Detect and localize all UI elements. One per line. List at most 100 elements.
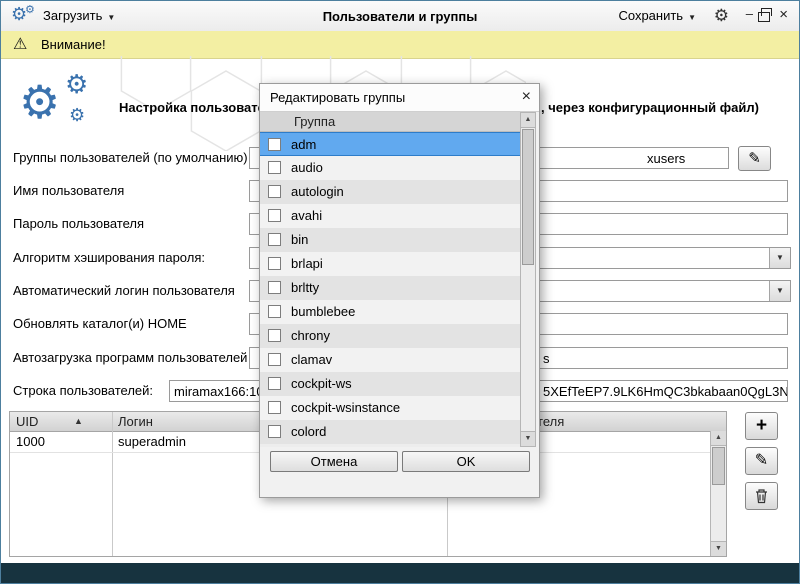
column-header-uid[interactable]: UID bbox=[16, 414, 38, 429]
group-row[interactable]: bin bbox=[260, 228, 520, 252]
users-string-value-left: miramax166:10 bbox=[174, 384, 264, 399]
gear-icon: ⚙ bbox=[25, 3, 35, 16]
group-row[interactable]: brltty bbox=[260, 276, 520, 300]
group-checkbox[interactable] bbox=[268, 401, 281, 414]
group-checkbox[interactable] bbox=[268, 305, 281, 318]
group-column-label: Группа bbox=[294, 114, 335, 129]
group-row[interactable]: audio bbox=[260, 156, 520, 180]
group-checkbox[interactable] bbox=[268, 138, 281, 151]
app-logo-gears-icon: ⚙ ⚙ bbox=[11, 4, 27, 25]
edit-groups-button[interactable]: ✎ bbox=[738, 146, 771, 171]
hash-algorithm-label: Алгоритм хэширования пароля: bbox=[13, 250, 205, 265]
chevron-down-icon: ▼ bbox=[688, 13, 696, 22]
group-checkbox[interactable] bbox=[268, 353, 281, 366]
group-row[interactable]: cockpit-wsinstance bbox=[260, 396, 520, 420]
scroll-up-icon[interactable]: ▲ bbox=[521, 113, 535, 128]
default-groups-label: Группы пользователей (по умолчанию) bbox=[13, 150, 248, 165]
minimize-button[interactable]: – bbox=[746, 6, 753, 21]
page-logo-gears: ⚙ ⚙ ⚙ bbox=[15, 69, 125, 143]
dialog-close-icon[interactable]: × bbox=[522, 88, 531, 106]
save-menu-label: Сохранить bbox=[618, 8, 683, 23]
group-name: adm bbox=[291, 137, 316, 152]
group-row[interactable]: autologin bbox=[260, 180, 520, 204]
dialog-scrollbar[interactable]: ▲ ▼ bbox=[520, 112, 536, 447]
group-row[interactable]: avahi bbox=[260, 204, 520, 228]
load-menu-label: Загрузить bbox=[43, 8, 102, 23]
cancel-button[interactable]: Отмена bbox=[270, 451, 398, 472]
chevron-down-icon[interactable]: ▼ bbox=[769, 248, 790, 268]
group-row[interactable]: brlapi bbox=[260, 252, 520, 276]
user-name-label: Имя пользователя bbox=[13, 183, 124, 198]
edit-groups-dialog: Редактировать группы × Группа adm audio au… bbox=[259, 83, 540, 498]
group-row[interactable]: clamav bbox=[260, 348, 520, 372]
maximize-button[interactable] bbox=[758, 12, 770, 22]
group-checkbox[interactable] bbox=[268, 209, 281, 222]
users-string-label: Строка пользователей: bbox=[13, 383, 153, 398]
warning-icon: ⚠ bbox=[13, 34, 27, 54]
scroll-up-icon[interactable]: ▲ bbox=[711, 431, 726, 446]
app-window: ⚙ ⚙ Загрузить ▼ Пользователи и группы Сох… bbox=[0, 0, 800, 584]
gear-icon: ⚙ bbox=[65, 69, 88, 100]
group-checkbox[interactable] bbox=[268, 281, 281, 294]
edit-user-button[interactable]: ✎ bbox=[745, 447, 778, 475]
group-name: autologin bbox=[291, 184, 344, 199]
group-name: cockpit-ws bbox=[291, 376, 352, 391]
group-checkbox[interactable] bbox=[268, 161, 281, 174]
group-row[interactable]: adm bbox=[260, 132, 520, 156]
autostart-value: s bbox=[543, 351, 550, 366]
group-name: clamav bbox=[291, 352, 332, 367]
delete-user-button[interactable] bbox=[745, 482, 778, 510]
warning-text: Внимание! bbox=[41, 37, 106, 52]
dialog-titlebar: Редактировать группы × bbox=[260, 84, 539, 112]
chevron-down-icon: ▼ bbox=[107, 13, 115, 22]
group-row[interactable]: cockpit-ws bbox=[260, 372, 520, 396]
top-toolbar: ⚙ ⚙ Загрузить ▼ Пользователи и группы Сох… bbox=[1, 1, 799, 32]
save-menu-button[interactable]: Сохранить ▼ bbox=[618, 8, 696, 23]
group-name: colord bbox=[291, 424, 326, 439]
users-string-value-right: 5XEfTeEP7.9LK6HmQC3bkabaan0QgL3N bbox=[543, 384, 788, 399]
ok-button[interactable]: OK bbox=[402, 451, 530, 472]
add-user-button[interactable]: + bbox=[745, 412, 778, 440]
pencil-icon: ✎ bbox=[748, 150, 761, 167]
update-home-label: Обновлять каталог(и) HOME bbox=[13, 316, 187, 331]
group-checkbox[interactable] bbox=[268, 185, 281, 198]
group-checkbox[interactable] bbox=[268, 377, 281, 390]
scrollbar-thumb[interactable] bbox=[712, 447, 725, 485]
status-footer bbox=[1, 563, 799, 583]
chevron-down-icon[interactable]: ▼ bbox=[769, 281, 790, 301]
trash-icon bbox=[754, 488, 769, 504]
group-name: brlapi bbox=[291, 256, 323, 271]
group-name: bumblebee bbox=[291, 304, 355, 319]
group-row[interactable]: bumblebee bbox=[260, 300, 520, 324]
default-groups-value: xusers bbox=[647, 151, 685, 166]
table-cell-login: superadmin bbox=[118, 434, 186, 449]
table-cell-uid: 1000 bbox=[16, 434, 45, 449]
group-checkbox[interactable] bbox=[268, 233, 281, 246]
gear-icon: ⚙ bbox=[19, 75, 60, 129]
warning-banner: ⚠ Внимание! bbox=[1, 31, 799, 59]
window-title: Пользователи и группы bbox=[201, 9, 599, 24]
autostart-label: Автозагрузка программ пользователей bbox=[13, 350, 247, 365]
pencil-icon: ✎ bbox=[755, 452, 768, 469]
group-checkbox[interactable] bbox=[268, 329, 281, 342]
group-name: audio bbox=[291, 160, 323, 175]
scroll-down-icon[interactable]: ▼ bbox=[711, 541, 726, 556]
group-checkbox[interactable] bbox=[268, 257, 281, 270]
page-title-continued: , через конфигурационный файл) bbox=[541, 100, 759, 115]
page-title: Настройка пользовате bbox=[119, 100, 265, 115]
user-password-label: Пароль пользователя bbox=[13, 216, 144, 231]
group-list: adm audio autologin avahi bin brlapi brltty bum… bbox=[260, 132, 520, 447]
group-name: bin bbox=[291, 232, 308, 247]
plus-icon: + bbox=[756, 415, 767, 436]
group-row[interactable]: chrony bbox=[260, 324, 520, 348]
table-scrollbar[interactable]: ▲ ▼ bbox=[710, 431, 726, 556]
scrollbar-thumb[interactable] bbox=[522, 129, 534, 265]
group-name: cockpit-wsinstance bbox=[291, 400, 400, 415]
column-header-login[interactable]: Логин bbox=[118, 414, 153, 429]
load-menu-button[interactable]: Загрузить ▼ bbox=[43, 8, 115, 23]
scroll-down-icon[interactable]: ▼ bbox=[521, 431, 535, 446]
group-row[interactable]: colord bbox=[260, 420, 520, 444]
close-button[interactable]: × bbox=[779, 6, 788, 23]
settings-gear-icon[interactable]: ⚙ bbox=[714, 6, 729, 26]
group-checkbox[interactable] bbox=[268, 425, 281, 438]
